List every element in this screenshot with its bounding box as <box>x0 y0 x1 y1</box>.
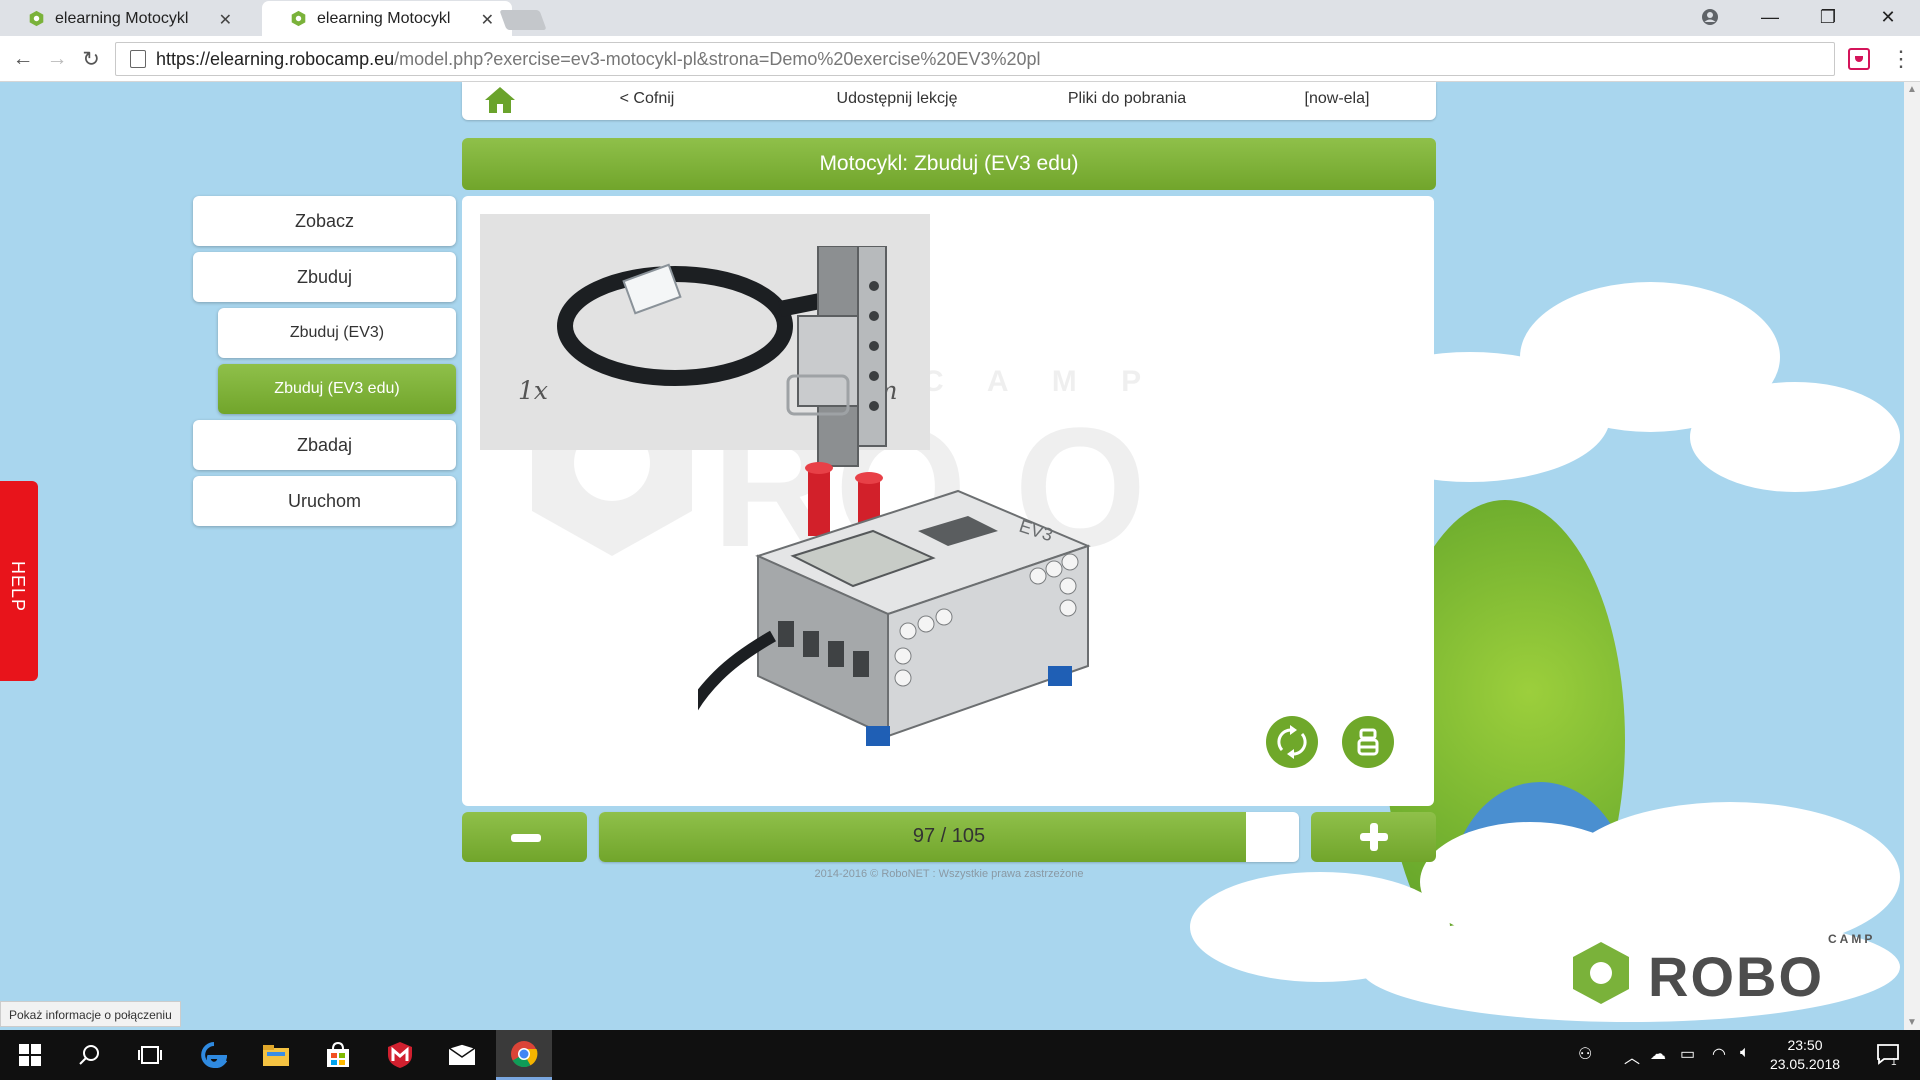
close-window-button[interactable]: ✕ <box>1860 0 1916 34</box>
logo-camp-text: CAMP <box>1828 932 1876 946</box>
rotate-icon <box>1277 725 1307 759</box>
task-view-icon[interactable] <box>122 1030 178 1080</box>
minimize-button[interactable]: — <box>1742 0 1798 34</box>
user-link[interactable]: [now-ela] <box>1262 82 1412 120</box>
browser-tab[interactable]: elearning Motocykl ✕ <box>0 1 250 36</box>
battery-icon[interactable]: ▭ <box>1680 1044 1695 1064</box>
tab-close-icon[interactable]: ✕ <box>481 10 494 30</box>
browser-menu-icon[interactable]: ⋮ <box>1890 46 1912 72</box>
back-link[interactable]: < Cofnij <box>582 82 712 120</box>
page-info-icon[interactable] <box>130 50 146 68</box>
wifi-icon[interactable]: ◠ <box>1712 1044 1726 1064</box>
brick-icon <box>1357 728 1379 756</box>
status-bubble: Pokaż informacje o połączeniu <box>0 1001 181 1027</box>
forward-arrow-icon[interactable]: → <box>44 46 70 72</box>
menu-see[interactable]: Zobacz <box>193 196 456 246</box>
copyright-footer: 2014-2016 © RoboNET : Wszystkie prawa za… <box>814 868 1084 880</box>
downloads-link[interactable]: Pliki do pobrania <box>1022 82 1232 120</box>
page-title: Motocykl: Zbuduj (EV3 edu) <box>462 138 1436 190</box>
cloud-decoration <box>1690 382 1900 492</box>
robocamp-favicon-icon <box>29 10 44 27</box>
restore-button[interactable]: ❐ <box>1800 0 1856 34</box>
menu-run[interactable]: Uruchom <box>193 476 456 526</box>
browser-tab-active[interactable]: elearning Motocykl ✕ <box>262 1 512 36</box>
menu-explore[interactable]: Zbadaj <box>193 420 456 470</box>
menu-build[interactable]: Zbuduj <box>193 252 456 302</box>
instruction-panel: C A M P RO O 1x 25cm EV3 <box>462 196 1434 806</box>
url-host: https://elearning.robocamp.eu <box>156 48 395 69</box>
menu-build-ev3[interactable]: Zbuduj (EV3) <box>218 308 456 358</box>
chrome-icon[interactable] <box>496 1030 552 1080</box>
previous-step-button[interactable] <box>462 812 587 862</box>
system-clock[interactable]: 23:50 23.05.2018 <box>1760 1036 1850 1074</box>
show-hidden-icons-chevron-up-icon[interactable]: ︿ <box>1624 1044 1640 1068</box>
ev3-model-image: EV3 <box>698 246 1091 746</box>
clock-date: 23.05.2018 <box>1769 1056 1841 1072</box>
app-top-nav: < Cofnij Udostępnij lekcję Pliki do pobr… <box>462 82 1436 120</box>
parts-list-button[interactable] <box>1342 716 1394 768</box>
step-counter: 97 / 105 <box>912 825 986 847</box>
share-lesson-link[interactable]: Udostępnij lekcję <box>792 82 1002 120</box>
tab-title: elearning Motocykl <box>317 9 451 27</box>
tab-strip: elearning Motocykl ✕ elearning Motocykl … <box>0 0 1920 36</box>
step-progress: 97 / 105 <box>599 812 1299 862</box>
onedrive-cloud-icon[interactable]: ☁ <box>1650 1044 1666 1064</box>
extension-shield-icon[interactable] <box>1848 48 1870 70</box>
svg-text:1: 1 <box>1891 1057 1897 1066</box>
file-explorer-icon[interactable] <box>248 1030 304 1080</box>
menu-build-ev3-edu[interactable]: Zbuduj (EV3 edu) <box>218 364 456 414</box>
profile-icon[interactable] <box>1682 0 1738 34</box>
volume-icon[interactable]: 🔈︎ <box>1740 1044 1750 1062</box>
next-step-button[interactable] <box>1311 812 1436 862</box>
mail-icon[interactable] <box>434 1030 490 1080</box>
tab-title: elearning Motocykl <box>55 9 189 27</box>
edge-browser-icon[interactable] <box>186 1030 242 1080</box>
mcafee-icon[interactable] <box>372 1030 428 1080</box>
people-icon[interactable]: ⚇ <box>1578 1044 1592 1064</box>
robocamp-logo: CAMP ROBO <box>1570 932 1872 1012</box>
robocamp-favicon-icon <box>291 10 306 27</box>
back-arrow-icon[interactable]: ← <box>10 46 36 72</box>
rotate-view-button[interactable] <box>1266 716 1318 768</box>
clock-time: 23:50 <box>1787 1037 1823 1053</box>
part-count: 1x <box>518 376 549 405</box>
home-icon[interactable] <box>484 86 516 114</box>
url-path: /model.php?exercise=ev3-motocykl-pl&stro… <box>394 48 1041 69</box>
new-tab-button[interactable] <box>499 10 547 30</box>
page-scrollbar[interactable]: ▲ ▼ <box>1904 82 1920 1030</box>
reload-icon[interactable]: ↻ <box>78 46 104 72</box>
action-center-icon[interactable]: 1 <box>1876 1042 1900 1071</box>
search-icon[interactable] <box>62 1030 118 1080</box>
browser-toolbar: ← → ↻ https://elearning.robocamp.eu/mode… <box>0 36 1920 82</box>
address-bar[interactable]: https://elearning.robocamp.eu/model.php?… <box>115 42 1835 76</box>
help-label: HELP <box>8 561 28 613</box>
tab-close-icon[interactable]: ✕ <box>219 10 232 30</box>
logo-robo-text: ROBO <box>1648 945 1824 1008</box>
taskbar: ⚇ ︿ ☁ ▭ ◠ 🔈︎ 23:50 23.05.2018 1 <box>0 1030 1920 1080</box>
store-icon[interactable] <box>310 1030 366 1080</box>
robocamp-hex-icon <box>1573 942 1629 1004</box>
start-windows-icon[interactable] <box>2 1030 58 1080</box>
help-tab[interactable]: HELP <box>0 481 38 681</box>
